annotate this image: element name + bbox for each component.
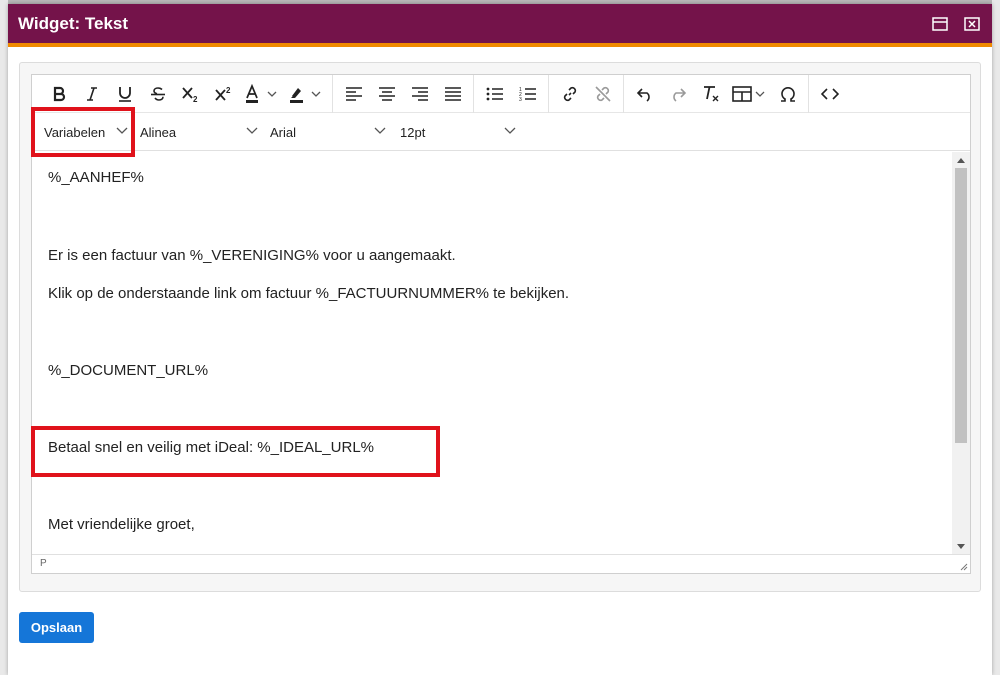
link-icon[interactable] xyxy=(553,79,586,109)
unlink-icon[interactable] xyxy=(586,79,619,109)
bullet-list-icon[interactable] xyxy=(478,79,511,109)
element-path[interactable]: P xyxy=(40,558,47,569)
format-group: 2 2 xyxy=(38,74,333,113)
editor-toolbar: 2 2 123 xyxy=(32,74,970,113)
font-family-label: Arial xyxy=(270,124,297,140)
variables-dropdown-label: Variabelen xyxy=(44,124,106,140)
scroll-down-arrow[interactable] xyxy=(957,544,965,549)
widget-dialog: Widget: Tekst 2 2 1 2 3 Variabelen Aline… xyxy=(8,4,992,675)
justify-icon[interactable] xyxy=(436,79,469,109)
undo-icon[interactable] xyxy=(628,79,661,109)
svg-text:2: 2 xyxy=(226,86,231,95)
block-format-label: Alinea xyxy=(140,124,177,140)
align-right-icon[interactable] xyxy=(403,79,436,109)
omega-icon[interactable] xyxy=(771,79,804,109)
variables-dropdown[interactable]: Variabelen xyxy=(44,113,132,151)
bold-icon[interactable] xyxy=(42,79,75,109)
svg-text:2: 2 xyxy=(193,95,198,103)
highlight-icon[interactable] xyxy=(284,79,328,109)
clear-format-icon[interactable] xyxy=(694,79,727,109)
underline-icon[interactable] xyxy=(108,79,141,109)
editor-statusbar: P xyxy=(32,554,970,573)
chevron-down-icon xyxy=(116,127,128,134)
editor-content[interactable]: %_AANHEF% Er is een factuur van %_VERENI… xyxy=(32,152,953,555)
save-button[interactable]: Opslaan xyxy=(19,612,94,643)
source-code-icon[interactable] xyxy=(813,79,846,109)
paragraph-ideal: Betaal snel en veilig met iDeal: %_IDEAL… xyxy=(48,439,374,456)
scrollbar-thumb[interactable] xyxy=(955,168,967,443)
close-button[interactable] xyxy=(962,14,982,34)
font-family-dropdown[interactable]: Arial xyxy=(270,113,390,151)
strikethrough-icon[interactable] xyxy=(141,79,174,109)
redo-icon[interactable] xyxy=(661,79,694,109)
subscript-icon[interactable]: 2 xyxy=(174,79,207,109)
editor-scrollbar[interactable] xyxy=(952,152,970,555)
paragraph-groet: Met vriendelijke groet, xyxy=(48,516,195,533)
block-format-dropdown[interactable]: Alinea xyxy=(140,113,260,151)
rich-text-editor: 2 2 123 Variabelen Alinea Arial 12pt %_A… xyxy=(31,74,971,574)
superscript-icon[interactable]: 2 xyxy=(207,79,240,109)
italic-icon[interactable] xyxy=(75,79,108,109)
align-group xyxy=(333,74,474,113)
background-app-right xyxy=(992,0,1000,675)
editor-panel: 2 2 123 Variabelen Alinea Arial 12pt %_A… xyxy=(19,62,981,592)
maximize-button[interactable] xyxy=(930,14,950,34)
table-icon[interactable] xyxy=(727,79,771,109)
numbered-list-icon[interactable]: 123 xyxy=(511,79,544,109)
align-center-icon[interactable] xyxy=(370,79,403,109)
chevron-down-icon xyxy=(374,127,386,134)
dialog-titlebar: Widget: Tekst xyxy=(8,4,992,47)
chevron-down-icon xyxy=(504,127,516,134)
code-group xyxy=(809,75,850,113)
paragraph-aanhef: %_AANHEF% xyxy=(48,169,144,186)
history-group xyxy=(624,74,809,113)
paragraph-link: Klik op de onderstaande link om factuur … xyxy=(48,285,570,302)
font-size-label: 12pt xyxy=(400,124,426,140)
link-group xyxy=(549,74,624,113)
background-app-left xyxy=(0,0,8,675)
text-color-icon[interactable] xyxy=(240,79,284,109)
format-toolbar: Variabelen Alinea Arial 12pt xyxy=(32,113,970,151)
paragraph-document-url: %_DOCUMENT_URL% xyxy=(48,362,209,379)
svg-text:3: 3 xyxy=(519,97,522,102)
list-group: 123 xyxy=(474,74,549,113)
dialog-title: Widget: Tekst xyxy=(18,13,129,33)
paragraph-factuur: Er is een factuur van %_VERENIGING% voor… xyxy=(48,247,456,264)
align-left-icon[interactable] xyxy=(337,79,370,109)
chevron-down-icon xyxy=(246,127,258,134)
font-size-dropdown[interactable]: 12pt xyxy=(400,113,520,151)
scroll-up-arrow[interactable] xyxy=(957,158,965,163)
resize-grip-icon[interactable] xyxy=(958,561,968,571)
